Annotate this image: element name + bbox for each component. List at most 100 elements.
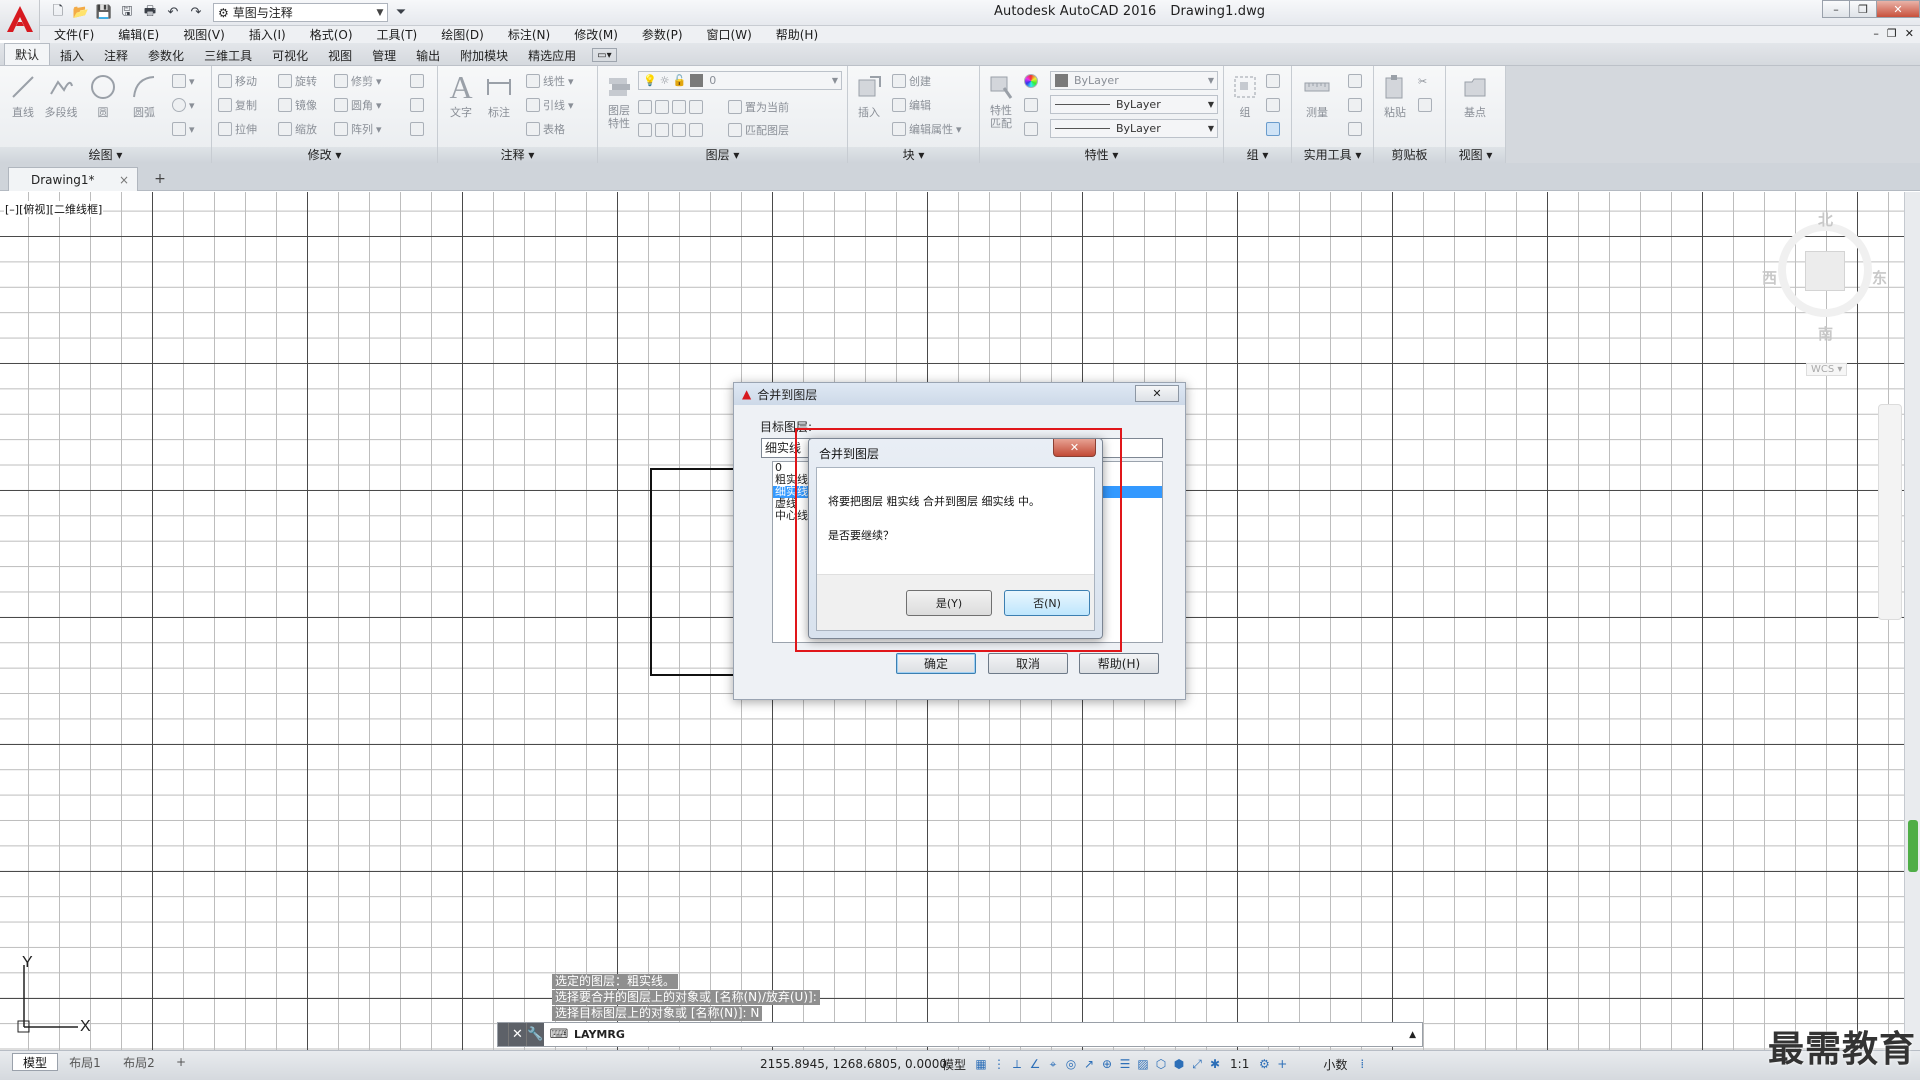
doc-close-button[interactable]: ✕ [1905, 27, 1914, 40]
lineweight-toggle-icon[interactable]: ☰ [1118, 1055, 1132, 1073]
annotation-monitor-icon[interactable]: + [1275, 1055, 1289, 1073]
new-file-icon[interactable]: 🗋 [48, 3, 68, 22]
doc-restore-button[interactable]: ❐ [1887, 27, 1897, 40]
tab-addins[interactable]: 附加模块 [450, 45, 518, 65]
annotation-autoscale-icon[interactable]: ⤢ [1190, 1055, 1204, 1073]
tool-paste[interactable]: 粘贴 [1378, 70, 1412, 120]
menu-window[interactable]: 窗口(W) [693, 26, 762, 43]
tool-move[interactable]: 移动 [218, 72, 257, 90]
tab-default[interactable]: 默认 [4, 43, 51, 65]
merge-layer-dialog-close-button[interactable]: ✕ [1135, 385, 1179, 402]
tool-table[interactable]: 表格 [526, 120, 565, 138]
panel-layers-title[interactable]: 图层 ▾ [598, 147, 847, 163]
annotation-visibility-icon[interactable]: ✱ [1208, 1055, 1222, 1073]
rectangle-icon[interactable]: ▾ [172, 72, 195, 90]
menu-edit[interactable]: 编辑(E) [104, 26, 169, 43]
compass-east[interactable]: 东 [1872, 267, 1887, 288]
snap-icon[interactable]: ⋮ [992, 1055, 1006, 1073]
tool-base-point[interactable]: 基点 [1458, 70, 1492, 120]
object-snap-icon[interactable]: ↗ [1082, 1055, 1096, 1073]
group-select-icon[interactable] [1266, 120, 1280, 138]
compass-west[interactable]: 西 [1762, 267, 1777, 288]
layer-tools-row1[interactable] [638, 98, 703, 116]
tool-circle[interactable]: 圆 [86, 70, 120, 120]
new-tab-button[interactable]: + [150, 170, 170, 188]
layout-tab-layout1[interactable]: 布局1 [62, 1053, 108, 1071]
panel-annotation-title[interactable]: 注释 ▾ [438, 147, 597, 163]
erase-icon[interactable] [410, 72, 424, 90]
navigation-bar[interactable] [1878, 404, 1902, 620]
panel-draw-title[interactable]: 绘图 ▾ [0, 147, 211, 163]
panel-properties-title[interactable]: 特性 ▾ [980, 147, 1223, 163]
command-settings-button[interactable]: 🔧 [526, 1023, 544, 1046]
compass-south[interactable]: 南 [1818, 323, 1833, 344]
tool-make-current[interactable]: 置为当前 [728, 98, 789, 116]
panel-block-title[interactable]: 块 ▾ [848, 147, 979, 163]
restore-button[interactable]: ❐ [1849, 0, 1877, 18]
tab-parametric[interactable]: 参数化 [138, 45, 194, 65]
ok-button[interactable]: 确定 [896, 653, 976, 674]
linetype-dropdown[interactable]: ByLayer ▼ [1050, 95, 1218, 114]
tab-featured-apps[interactable]: 精选应用 [518, 45, 586, 65]
tab-visualize[interactable]: 可视化 [262, 45, 318, 65]
color-dropdown[interactable]: ByLayer ▼ [1050, 71, 1218, 90]
customize-qat-icon[interactable]: ⏷ [391, 3, 411, 22]
tool-layer-properties[interactable]: 图层特性 [602, 70, 636, 130]
3d-osnap-icon[interactable]: ⬢ [1172, 1055, 1186, 1073]
command-line-grip[interactable] [498, 1023, 508, 1046]
tool-fillet[interactable]: 圆角 ▾ [334, 96, 382, 114]
command-input[interactable]: LAYMRG [574, 1028, 625, 1041]
polar-icon[interactable]: ∠ [1028, 1055, 1042, 1073]
viewcube-top-face[interactable] [1805, 251, 1845, 291]
tool-edit-attributes[interactable]: 编辑属性 ▾ [892, 120, 962, 138]
menu-insert[interactable]: 插入(I) [235, 26, 296, 43]
linetype-icon[interactable] [1024, 96, 1038, 114]
tool-measure[interactable]: 测量 [1300, 70, 1334, 120]
save-as-icon[interactable]: 🖫 [117, 3, 137, 22]
workspace-selector[interactable]: ⚙ 草图与注释 ▼ [213, 3, 388, 22]
compass-north[interactable]: 北 [1818, 209, 1833, 230]
tool-group[interactable]: 组 [1228, 70, 1262, 120]
lineweight-icon[interactable] [1024, 120, 1038, 138]
merge-confirm-close-button[interactable]: ✕ [1053, 439, 1096, 457]
no-button[interactable]: 否(N) [1004, 590, 1090, 616]
copy-clip-icon[interactable] [1418, 96, 1432, 114]
tool-edit-block[interactable]: 编辑 [892, 96, 931, 114]
application-menu-button[interactable] [0, 0, 40, 40]
panel-utilities-title[interactable]: 实用工具 ▾ [1292, 147, 1373, 163]
ortho-icon[interactable]: ⟂ [1010, 1055, 1024, 1073]
object-snap-tracking-icon[interactable]: ◎ [1064, 1055, 1078, 1073]
add-layout-button[interactable]: + [170, 1053, 192, 1071]
doc-minimize-button[interactable]: – [1873, 27, 1879, 40]
model-space-toggle[interactable]: 模型 [938, 1056, 970, 1073]
explode-icon[interactable] [410, 96, 424, 114]
tool-text[interactable]: A 文字 [444, 69, 478, 120]
viewcube[interactable]: 北 南 东 西 WCS ▾ [1760, 205, 1890, 385]
menu-tools[interactable]: 工具(T) [363, 26, 428, 43]
wcs-menu[interactable]: WCS ▾ [1806, 363, 1848, 376]
menu-dimension[interactable]: 标注(N) [494, 26, 560, 43]
menu-format[interactable]: 格式(O) [296, 26, 363, 43]
tab-3d-tools[interactable]: 三维工具 [194, 45, 262, 65]
tool-copy[interactable]: 复制 [218, 96, 257, 114]
tool-match-layer[interactable]: 匹配图层 [728, 121, 789, 139]
ungroup-icon[interactable] [1266, 72, 1280, 90]
workspace-switching-icon[interactable]: ⚙ [1257, 1055, 1271, 1073]
scrollbar-thumb[interactable] [1908, 820, 1918, 872]
command-history-toggle[interactable]: ▲ [1409, 1030, 1416, 1040]
menu-file[interactable]: 文件(F) [40, 26, 104, 43]
units-selector[interactable]: 小数 [1293, 1056, 1351, 1073]
tool-rotate[interactable]: 旋转 [278, 72, 317, 90]
tool-stretch[interactable]: 拉伸 [218, 120, 257, 138]
id-point-icon[interactable] [1348, 120, 1362, 138]
menu-help[interactable]: 帮助(H) [762, 26, 828, 43]
tab-insert[interactable]: 插入 [50, 45, 94, 65]
tool-trim[interactable]: 修剪 ▾ [334, 72, 382, 90]
cut-icon[interactable]: ✂ [1418, 72, 1427, 90]
tool-match-properties[interactable]: 特性匹配 [984, 70, 1018, 130]
save-icon[interactable]: 💾 [94, 3, 114, 22]
point-icon[interactable] [1348, 96, 1362, 114]
transparency-icon[interactable]: ▨ [1136, 1055, 1150, 1073]
tool-mirror[interactable]: 镜像 [278, 96, 317, 114]
command-prompt-icon[interactable]: ⌨ [544, 1027, 574, 1042]
